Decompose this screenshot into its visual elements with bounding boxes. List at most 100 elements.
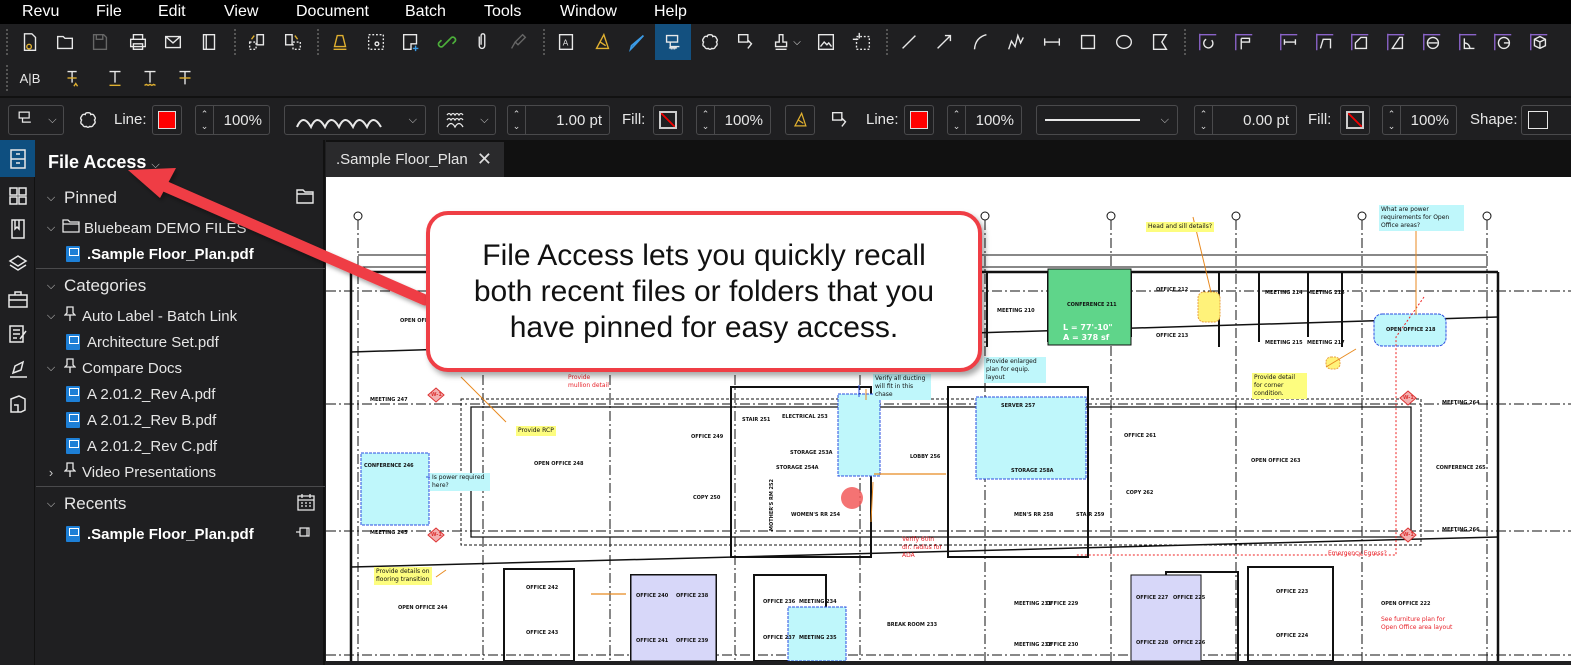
category-file-item[interactable]: Architecture Set.pdf — [36, 330, 325, 354]
fill-opacity-stepper[interactable]: ⌃ ⌄ 100% — [696, 105, 771, 135]
notebook-icon[interactable] — [197, 30, 221, 54]
close-tab-icon[interactable]: ✕ — [477, 149, 492, 170]
fill-color-button[interactable] — [653, 105, 683, 135]
category-item[interactable]: › Video Presentations — [36, 460, 325, 484]
rectangle-icon[interactable] — [1076, 30, 1100, 54]
ellipse-icon[interactable] — [1112, 30, 1136, 54]
squiggly-icon[interactable] — [138, 66, 162, 90]
fill-color-button-2[interactable] — [1340, 105, 1370, 135]
measure-flag-icon[interactable] — [1232, 30, 1256, 54]
category-item[interactable]: ⌵ Auto Label - Batch Link — [36, 304, 325, 328]
markup-note[interactable]: Provide details on flooring transition — [374, 567, 432, 585]
pinned-folder-item[interactable]: ⌵ Bluebeam DEMO FILES — [36, 216, 325, 240]
line-opacity-stepper[interactable]: ⌃ ⌄ 100% — [195, 105, 270, 135]
arc-icon[interactable] — [968, 30, 992, 54]
attachment-icon[interactable] — [470, 30, 494, 54]
category-file-item[interactable]: A 2.01.2_Rev C.pdf — [36, 434, 325, 458]
line-style-select[interactable]: ⌵ — [284, 105, 426, 135]
area-icon[interactable] — [1348, 30, 1372, 54]
add-folder-icon[interactable] — [295, 187, 315, 210]
line-width-value[interactable]: 1.00 pt — [526, 112, 609, 129]
format-painter-icon[interactable] — [506, 30, 530, 54]
fill-opacity-stepper-2[interactable]: ⌃ ⌄ 100% — [1382, 105, 1457, 135]
spin-arrows-icon[interactable]: ⌃ ⌄ — [196, 106, 214, 134]
menu-window[interactable]: Window — [560, 3, 617, 21]
calendar-icon[interactable] — [297, 493, 315, 516]
markup-note[interactable]: Head and sill details? — [1146, 222, 1214, 232]
calibrate-icon[interactable] — [1196, 30, 1220, 54]
cloud-intensity-select[interactable]: ⌵ — [438, 105, 496, 135]
spin-arrows-icon[interactable]: ⌃ ⌄ — [1383, 106, 1401, 134]
radius-icon[interactable] — [1491, 30, 1515, 54]
shape-select[interactable] — [1521, 105, 1571, 135]
rail-layers[interactable] — [0, 245, 35, 282]
markup-note[interactable]: Emergency Egress? — [1326, 549, 1389, 559]
angle-icon[interactable] — [1456, 30, 1480, 54]
cloud-icon[interactable] — [698, 30, 722, 54]
category-file-item[interactable]: A 2.01.2_Rev A.pdf — [36, 382, 325, 406]
line-width-stepper-2[interactable]: ⌃ ⌄ 0.00 pt — [1194, 105, 1297, 135]
recents-section-header[interactable]: ⌵ Recents — [36, 492, 325, 516]
menu-document[interactable]: Document — [296, 3, 369, 21]
stamp-bell-icon[interactable] — [328, 30, 352, 54]
line-opacity-stepper-2[interactable]: ⌃ ⌄ 100% — [947, 105, 1022, 135]
line-width-stepper[interactable]: ⌃ ⌄ 1.00 pt — [507, 105, 610, 135]
text-box-icon[interactable]: A — [554, 30, 578, 54]
new-document-icon[interactable] — [18, 30, 42, 54]
diameter-icon[interactable] — [1420, 30, 1444, 54]
markup-note[interactable]: Is power required here? — [430, 473, 490, 491]
volume-icon[interactable] — [1527, 30, 1551, 54]
image-icon[interactable] — [814, 30, 838, 54]
menu-tools[interactable]: Tools — [484, 3, 521, 21]
spin-arrows-icon[interactable]: ⌃ ⌄ — [948, 106, 966, 134]
crop-icon[interactable] — [850, 30, 874, 54]
dimension-icon[interactable] — [1040, 30, 1064, 54]
rail-toolchest[interactable] — [0, 280, 35, 317]
highlight-icon[interactable] — [590, 30, 614, 54]
polylength-icon[interactable] — [1313, 30, 1337, 54]
markup-note[interactable]: Provide enlarged plan for equip. layout — [984, 357, 1046, 383]
rail-bookmarks[interactable] — [0, 210, 35, 247]
markup-tool-select[interactable]: ⌵ — [8, 105, 64, 135]
line-style-select-2[interactable]: ⌵ — [1036, 105, 1178, 135]
markup-note[interactable]: Provide detail for corner condition. — [1252, 373, 1307, 399]
recent-file-item[interactable]: .Sample Floor_Plan.pdf — [36, 522, 325, 546]
line-width-value-2[interactable]: 0.00 pt — [1213, 112, 1296, 129]
open-folder-icon[interactable] — [53, 30, 77, 54]
perimeter-icon[interactable] — [1384, 30, 1408, 54]
categories-section-header[interactable]: ⌵ Categories — [36, 274, 325, 298]
menu-edit[interactable]: Edit — [158, 3, 186, 21]
markup-note[interactable]: Verify 60in dir. radius for ADA — [900, 535, 945, 561]
polygon-icon[interactable] — [1148, 30, 1172, 54]
length-icon[interactable] — [1277, 30, 1301, 54]
highlight-tool-button[interactable] — [785, 105, 815, 135]
insert-text-icon[interactable] — [61, 66, 85, 90]
line-opacity-value[interactable]: 100% — [214, 112, 269, 129]
rail-signatures[interactable] — [0, 350, 35, 387]
rail-thumbnails[interactable] — [0, 177, 35, 214]
pen-icon[interactable] — [625, 30, 649, 54]
menu-revu[interactable]: Revu — [22, 3, 59, 21]
spin-arrows-icon[interactable]: ⌃ ⌄ — [697, 106, 715, 134]
markup-note[interactable]: Provide RCP — [516, 426, 556, 436]
save-icon[interactable] — [88, 30, 112, 54]
rail-file-access[interactable] — [0, 140, 35, 177]
strikethrough-icon[interactable] — [173, 66, 197, 90]
menu-file[interactable]: File — [96, 3, 122, 21]
spin-arrows-icon[interactable]: ⌃ ⌄ — [508, 106, 526, 134]
rail-spaces[interactable] — [0, 385, 35, 422]
cloud-callout-icon[interactable] — [655, 24, 691, 60]
spin-arrows-icon[interactable]: ⌃ ⌄ — [1195, 106, 1213, 134]
add-space-icon[interactable] — [399, 30, 423, 54]
panel-title[interactable]: File Access ⌵ — [48, 152, 160, 173]
line-color-button[interactable] — [152, 105, 182, 135]
markup-note[interactable]: Verify all ducting will fit in this chas… — [873, 374, 931, 400]
pinned-file-item[interactable]: .Sample Floor_Plan.pdf — [36, 242, 325, 266]
arrow-callout-icon[interactable] — [734, 30, 758, 54]
replace-text-icon[interactable]: A|B — [18, 66, 42, 90]
markup-note[interactable]: See furniture plan for Open Office area … — [1379, 615, 1459, 633]
email-icon[interactable] — [161, 30, 185, 54]
insert-pages-icon[interactable] — [281, 30, 305, 54]
cloud-style-icon[interactable] — [76, 108, 100, 132]
rail-markups-list[interactable] — [0, 315, 35, 352]
